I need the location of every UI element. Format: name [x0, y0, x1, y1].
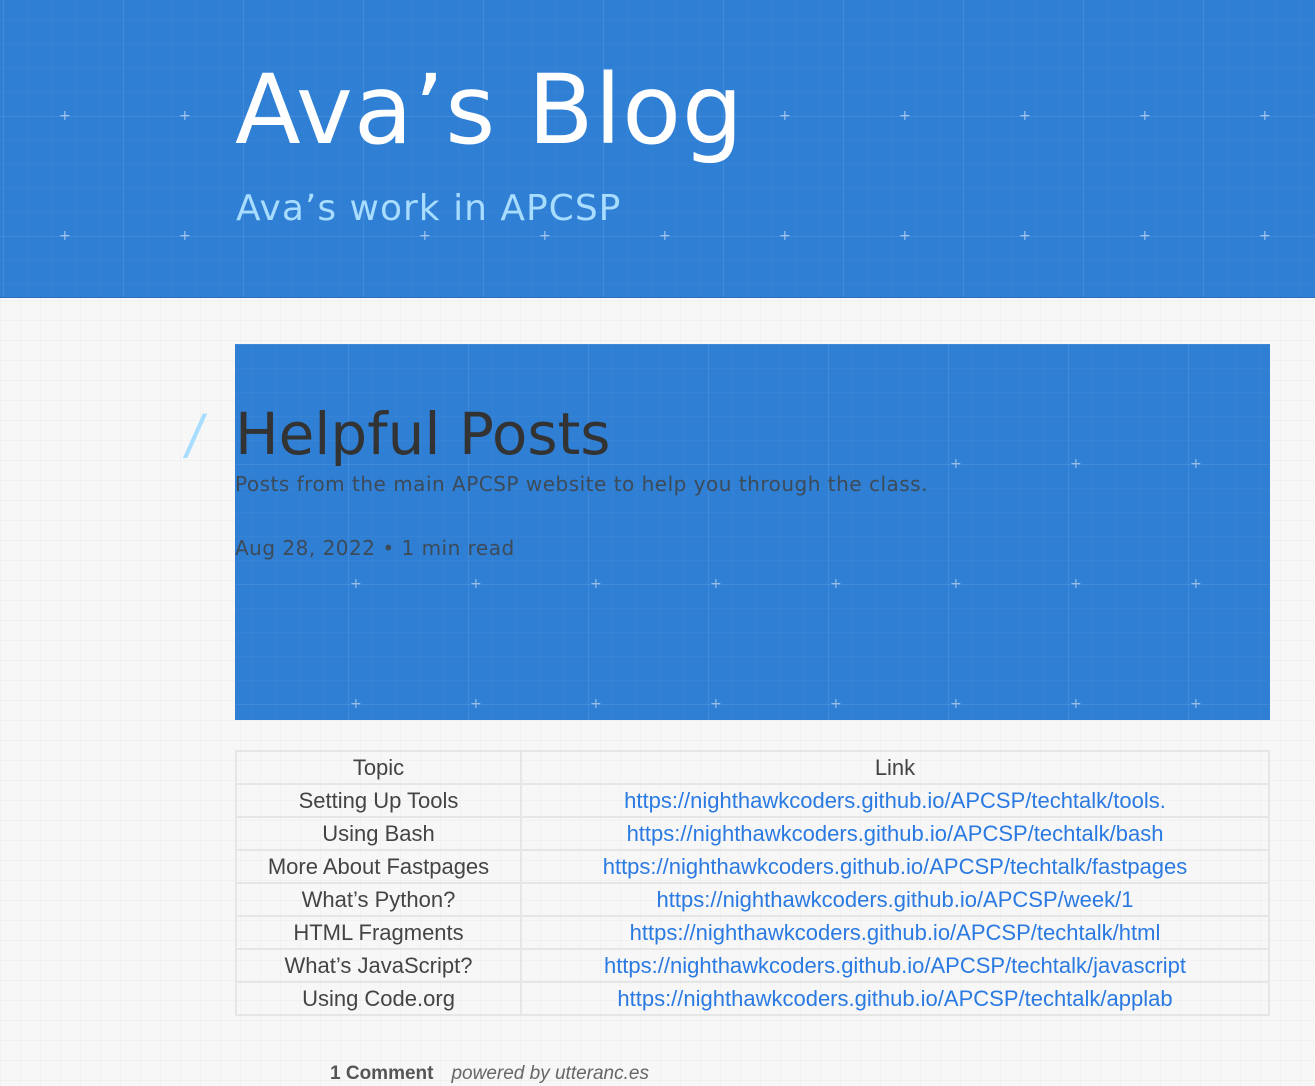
- grid-plus-decoration: +: [710, 696, 722, 712]
- grid-plus-decoration: +: [950, 456, 962, 472]
- grid-plus-decoration: +: [1070, 576, 1082, 592]
- link-cell: https://nighthawkcoders.github.io/APCSP/…: [520, 849, 1270, 884]
- topic-cell: Using Code.org: [235, 981, 522, 1016]
- table-row: Using Code.org https://nighthawkcoders.g…: [235, 981, 1270, 1016]
- grid-plus-decoration: +: [179, 108, 191, 124]
- helpful-links-table: Topic Link Setting Up Tools https://nigh…: [235, 750, 1270, 1016]
- table-header-row: Topic Link: [235, 750, 1270, 785]
- grid-plus-decoration: +: [1190, 456, 1202, 472]
- post-meta: Aug 28, 2022 • 1 min read: [235, 536, 515, 560]
- grid-plus-decoration: +: [950, 576, 962, 592]
- post-description: Posts from the main APCSP website to hel…: [235, 472, 928, 496]
- link-cell: https://nighthawkcoders.github.io/APCSP/…: [520, 915, 1270, 950]
- topic-cell: HTML Fragments: [235, 915, 522, 950]
- grid-plus-decoration: +: [1259, 228, 1271, 244]
- grid-plus-decoration: +: [59, 108, 71, 124]
- grid-plus-decoration: +: [59, 228, 71, 244]
- link-cell: https://nighthawkcoders.github.io/APCSP/…: [520, 783, 1270, 818]
- link-cell: https://nighthawkcoders.github.io/APCSP/…: [520, 882, 1270, 917]
- grid-plus-decoration: +: [899, 228, 911, 244]
- link-cell: https://nighthawkcoders.github.io/APCSP/…: [520, 948, 1270, 983]
- grid-plus-decoration: +: [779, 228, 791, 244]
- post-anchor-link[interactable]: /: [182, 403, 209, 466]
- site-title[interactable]: Ava’s Blog: [235, 40, 744, 180]
- post-link[interactable]: https://nighthawkcoders.github.io/APCSP/…: [657, 887, 1134, 912]
- grid-plus-decoration: +: [1139, 228, 1151, 244]
- post-title: Helpful Posts: [235, 400, 611, 468]
- grid-plus-decoration: +: [1190, 576, 1202, 592]
- grid-plus-decoration: +: [710, 576, 722, 592]
- comment-count: 1 Comment: [330, 1063, 434, 1084]
- topic-cell: More About Fastpages: [235, 849, 522, 884]
- table-row: More About Fastpages https://nighthawkco…: [235, 849, 1270, 884]
- grid-plus-decoration: +: [1070, 456, 1082, 472]
- table-row: HTML Fragments https://nighthawkcoders.g…: [235, 915, 1270, 950]
- grid-plus-decoration: +: [590, 576, 602, 592]
- site-header: Ava’s Blog Ava’s work in APCSP + + + + + + + + +…: [0, 0, 1315, 298]
- grid-plus-decoration: +: [899, 108, 911, 124]
- post-link[interactable]: https://nighthawkcoders.github.io/APCSP/…: [603, 854, 1188, 879]
- grid-plus-decoration: +: [1019, 108, 1031, 124]
- site-subtitle: Ava’s work in APCSP: [236, 188, 622, 229]
- post-link[interactable]: https://nighthawkcoders.github.io/APCSP/…: [604, 953, 1186, 978]
- grid-plus-decoration: +: [1139, 108, 1151, 124]
- link-cell: https://nighthawkcoders.github.io/APCSP/…: [520, 981, 1270, 1016]
- grid-plus-decoration: +: [179, 228, 191, 244]
- grid-plus-decoration: +: [1259, 108, 1271, 124]
- post-link[interactable]: https://nighthawkcoders.github.io/APCSP/…: [624, 788, 1166, 813]
- topic-cell: Setting Up Tools: [235, 783, 522, 818]
- topic-cell: Using Bash: [235, 816, 522, 851]
- table-row: What’s Python? https://nighthawkcoders.g…: [235, 882, 1270, 917]
- grid-plus-decoration: +: [659, 228, 671, 244]
- grid-plus-decoration: +: [470, 696, 482, 712]
- grid-plus-decoration: +: [1070, 696, 1082, 712]
- column-header-link: Link: [520, 750, 1270, 785]
- topic-cell: What’s Python?: [235, 882, 522, 917]
- powered-by-link[interactable]: powered by utteranc.es: [451, 1063, 649, 1084]
- grid-plus-decoration: +: [350, 696, 362, 712]
- grid-plus-decoration: +: [830, 696, 842, 712]
- grid-plus-decoration: +: [590, 696, 602, 712]
- comments-header: 1 Comment powered by utteranc.es: [330, 1062, 649, 1086]
- post-link[interactable]: https://nighthawkcoders.github.io/APCSP/…: [630, 920, 1161, 945]
- table-row: Setting Up Tools https://nighthawkcoders…: [235, 783, 1270, 818]
- grid-plus-decoration: +: [350, 576, 362, 592]
- grid-plus-decoration: +: [1019, 228, 1031, 244]
- post-link[interactable]: https://nighthawkcoders.github.io/APCSP/…: [617, 986, 1172, 1011]
- grid-plus-decoration: +: [950, 696, 962, 712]
- link-cell: https://nighthawkcoders.github.io/APCSP/…: [520, 816, 1270, 851]
- post-link[interactable]: https://nighthawkcoders.github.io/APCSP/…: [627, 821, 1164, 846]
- grid-plus-decoration: +: [779, 108, 791, 124]
- table-row: Using Bash https://nighthawkcoders.githu…: [235, 816, 1270, 851]
- column-header-topic: Topic: [235, 750, 522, 785]
- grid-plus-decoration: +: [830, 576, 842, 592]
- topic-cell: What’s JavaScript?: [235, 948, 522, 983]
- grid-plus-decoration: +: [1190, 696, 1202, 712]
- grid-plus-decoration: +: [470, 576, 482, 592]
- table-row: What’s JavaScript? https://nighthawkcode…: [235, 948, 1270, 983]
